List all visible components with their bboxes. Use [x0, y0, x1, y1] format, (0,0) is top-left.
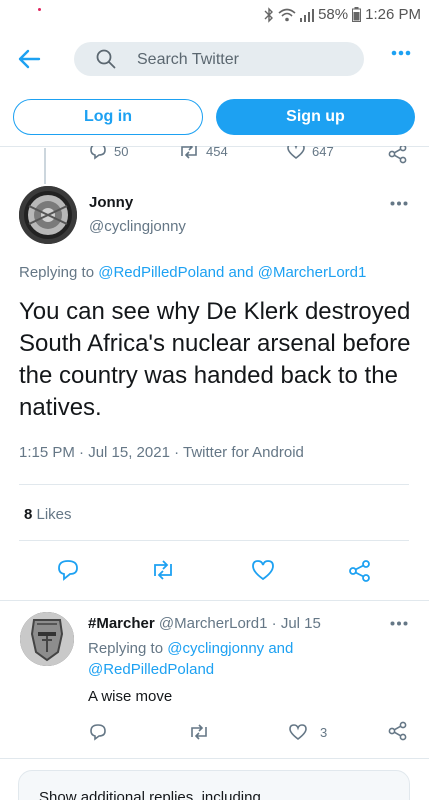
likes-count-link[interactable]: 8 Likes	[24, 506, 72, 523]
avatar-image	[20, 612, 74, 666]
reply-separator: ·	[267, 615, 281, 632]
retweet-icon	[181, 146, 197, 159]
reply-author-avatar[interactable]	[20, 612, 74, 666]
reply-replying-to: Replying to @cyclingjonny and @RedPilled…	[88, 638, 293, 680]
share-icon[interactable]	[388, 146, 408, 164]
tweet-more-icon[interactable]	[390, 201, 408, 206]
replying-prefix: Replying to	[19, 264, 99, 281]
signup-button[interactable]: Sign up	[216, 99, 415, 135]
replying-and: and	[224, 264, 258, 281]
tweet-meta: 1:15 PM · Jul 15, 2021 · Twitter for And…	[19, 444, 304, 461]
prev-like-action[interactable]: 647	[286, 146, 334, 160]
notification-dot	[38, 8, 41, 11]
reply-header: #Marcher @MarcherLord1 · Jul 15	[88, 615, 321, 632]
prev-reply-count: 50	[114, 146, 129, 159]
prev-retweet-action[interactable]: 454	[178, 146, 228, 160]
replying-user-link[interactable]: @RedPilledPoland	[98, 264, 224, 281]
auth-buttons: Log in Sign up	[0, 99, 429, 135]
replying-and: and	[264, 640, 294, 657]
reply-replying-prefix: Replying to	[88, 640, 168, 657]
status-icons: 58% 1:26 PM	[264, 6, 421, 23]
share-icon[interactable]	[348, 559, 372, 583]
prev-retweet-count: 454	[206, 146, 228, 159]
reply-more-icon[interactable]	[390, 621, 408, 626]
reply-icon[interactable]	[88, 723, 108, 741]
heart-icon	[289, 724, 307, 741]
top-nav: Search Twitter	[0, 38, 429, 80]
reply-author-handle[interactable]: @MarcherLord1	[159, 615, 268, 632]
search-input[interactable]: Search Twitter	[74, 42, 364, 76]
prev-reply-action[interactable]: 50	[88, 146, 128, 160]
more-options-icon[interactable]	[391, 50, 411, 56]
status-bar: 58% 1:26 PM	[0, 0, 429, 32]
heart-icon	[287, 146, 305, 160]
show-more-label: Show additional replies, including	[39, 789, 261, 800]
share-icon[interactable]	[388, 721, 408, 741]
search-placeholder: Search Twitter	[137, 51, 239, 68]
likes-label: Likes	[32, 506, 72, 523]
battery-percent: 58%	[318, 6, 349, 23]
author-avatar[interactable]	[19, 186, 77, 244]
heart-icon[interactable]	[251, 559, 275, 581]
meta-divider	[19, 484, 409, 485]
bluetooth-icon	[264, 6, 274, 23]
replying-user-link[interactable]: @cyclingjonny	[167, 640, 264, 657]
reply-like-action[interactable]: 3	[288, 723, 327, 741]
likes-divider	[19, 540, 409, 541]
reply-date[interactable]: Jul 15	[281, 615, 321, 632]
reply-text: A wise move	[88, 688, 173, 705]
reply-icon	[90, 146, 106, 160]
retweet-icon[interactable]	[150, 559, 176, 581]
prev-like-count: 647	[312, 146, 334, 159]
search-icon	[96, 49, 116, 69]
reply-bottom-divider	[0, 758, 429, 759]
clock: 1:26 PM	[365, 6, 421, 23]
show-additional-replies-button[interactable]: Show additional replies, including	[18, 770, 410, 800]
author-handle[interactable]: @cyclingjonny	[89, 218, 186, 235]
replying-user-link[interactable]: @RedPilledPoland	[88, 661, 214, 678]
back-arrow-icon[interactable]	[16, 46, 42, 72]
login-button[interactable]: Log in	[13, 99, 203, 135]
author-name[interactable]: Jonny	[89, 194, 133, 211]
reply-author-name[interactable]: #Marcher	[88, 615, 155, 632]
battery-icon	[352, 7, 362, 22]
prev-tweet-actions: 50 454 647	[0, 146, 429, 166]
wifi-icon	[278, 8, 296, 21]
replying-user-link[interactable]: @MarcherLord1	[258, 264, 367, 281]
avatar-image	[19, 186, 77, 244]
reply-like-count: 3	[320, 724, 328, 740]
signal-icon	[300, 8, 315, 22]
tweet-text: You can see why De Klerk destroyed South…	[19, 298, 411, 421]
reply-icon[interactable]	[56, 559, 80, 581]
replying-to: Replying to @RedPilledPoland and @Marche…	[19, 264, 366, 281]
reply-section-divider	[0, 600, 429, 601]
retweet-icon[interactable]	[188, 723, 210, 741]
